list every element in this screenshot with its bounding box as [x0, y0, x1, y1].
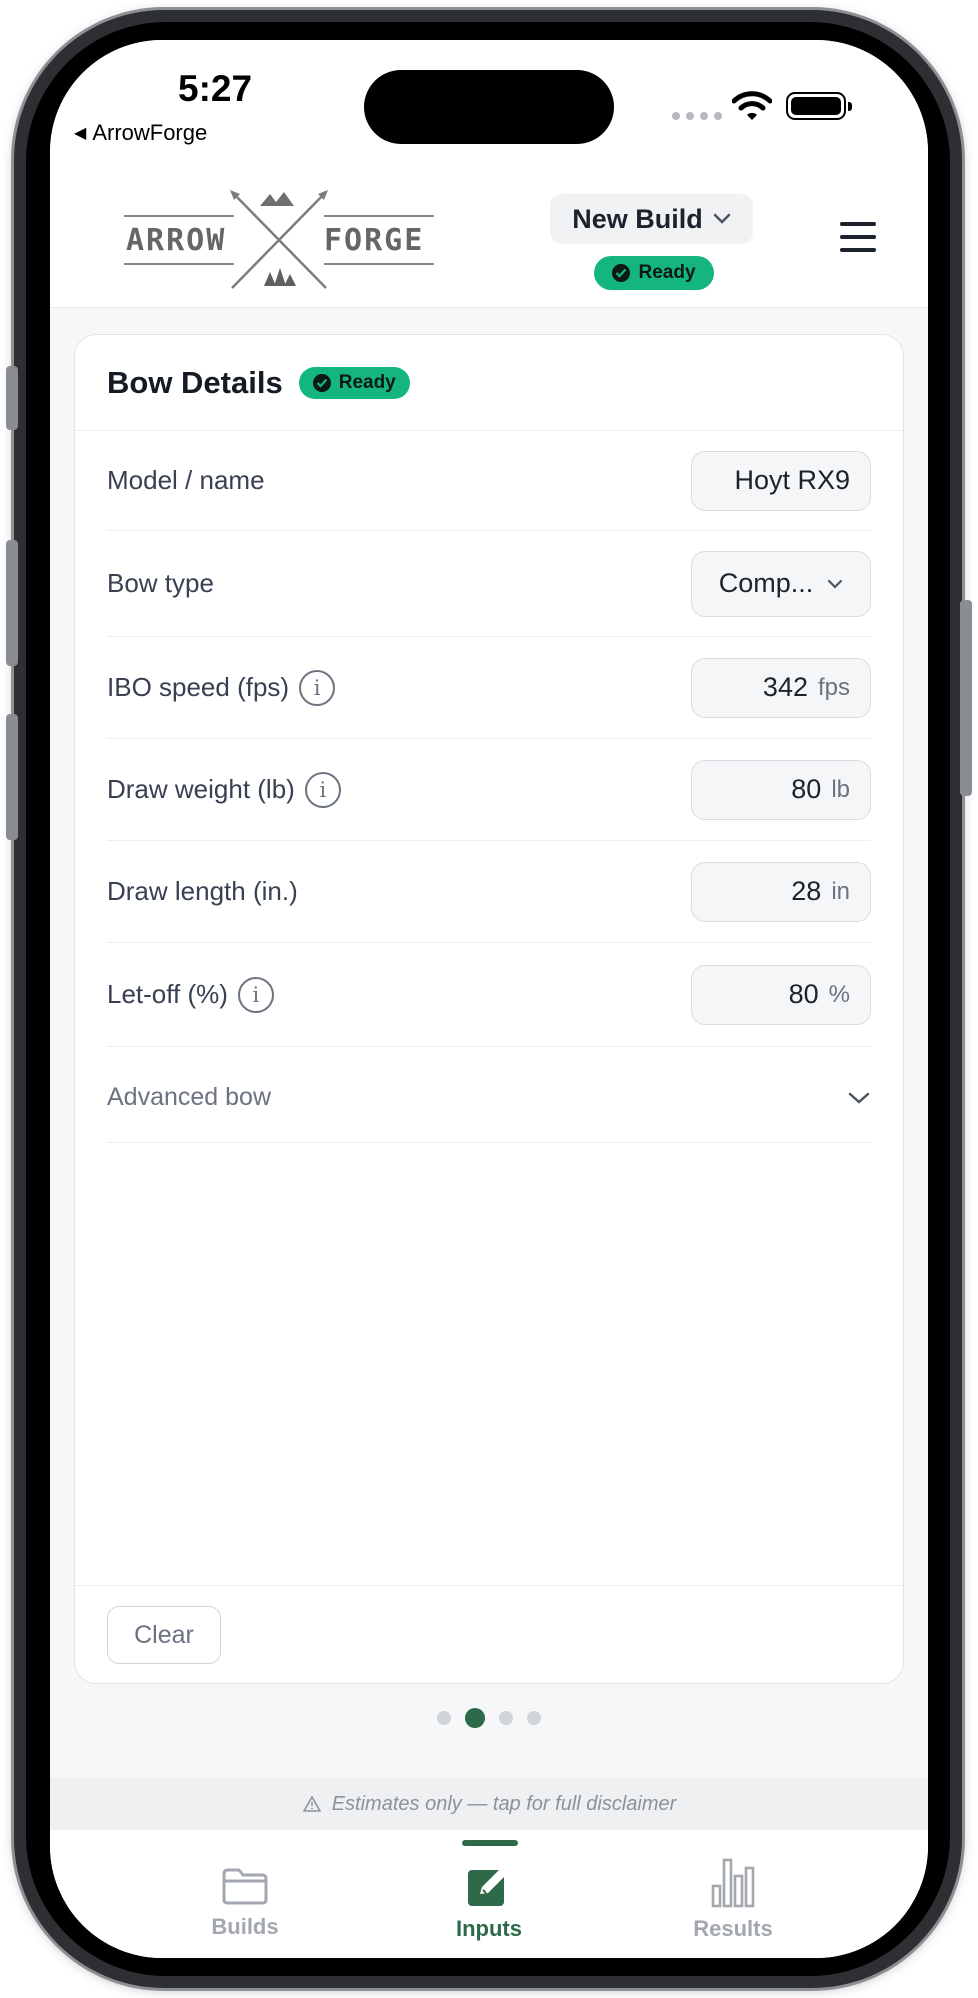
bar-chart-icon — [710, 1858, 756, 1908]
draw-length-input[interactable]: 28 in — [691, 861, 871, 922]
field-row-draw-length: Draw length (in.) 28 in — [107, 841, 871, 943]
status-badge-label: Ready — [638, 262, 696, 283]
status-badge: Ready — [594, 256, 714, 290]
back-to-app-link[interactable]: ◀ ArrowForge — [74, 120, 207, 146]
wifi-icon — [732, 91, 772, 120]
page-dot[interactable] — [499, 1711, 513, 1725]
battery-icon — [786, 92, 852, 120]
disclaimer-bar[interactable]: Estimates only — tap for full disclaimer — [50, 1778, 928, 1830]
field-unit: % — [828, 980, 850, 1008]
info-icon[interactable]: i — [237, 976, 274, 1013]
folder-icon — [221, 1862, 269, 1906]
field-label: Model / name — [107, 465, 265, 495]
field-label: Let-off (%) — [107, 979, 228, 1009]
ibo-speed-input[interactable]: 342 fps — [691, 657, 871, 718]
edit-icon — [466, 1862, 512, 1908]
app-header: ARROW FORGE New Build Ready — [50, 168, 928, 308]
tab-inputs[interactable]: Inputs — [389, 1830, 589, 1941]
tab-label: Results — [693, 1916, 773, 1941]
status-bar: 5:27 ◀ ArrowForge — [50, 40, 928, 168]
field-label: Draw length (in.) — [107, 876, 298, 906]
volume-down-button — [6, 714, 18, 840]
info-icon[interactable]: i — [304, 771, 341, 808]
field-row-draw-weight: Draw weight (lb) i 80 lb — [107, 739, 871, 841]
field-label: Draw weight (lb) — [107, 774, 295, 804]
field-row-bow-type: Bow type Comp... — [107, 531, 871, 637]
advanced-bow-label: Advanced bow — [107, 1083, 272, 1111]
action-button — [6, 366, 18, 430]
back-app-label: ArrowForge — [92, 120, 208, 145]
bow-type-select[interactable]: Comp... — [691, 550, 871, 617]
clear-button[interactable]: Clear — [107, 1606, 221, 1664]
main-content: Bow Details Ready Model / name Hoyt RX9 … — [50, 308, 928, 1778]
volume-up-button — [6, 540, 18, 666]
card-badge-label: Ready — [338, 371, 396, 393]
arrowforge-logo: ARROW FORGE — [124, 190, 434, 289]
logo-text-right: FORGE — [324, 223, 424, 258]
card-title: Bow Details — [107, 364, 283, 400]
chevron-down-icon — [828, 579, 843, 589]
bow-details-card: Bow Details Ready Model / name Hoyt RX9 … — [74, 334, 904, 1684]
advanced-bow-toggle[interactable]: Advanced bow — [107, 1053, 871, 1143]
card-footer: Clear — [75, 1585, 903, 1683]
check-circle-icon — [612, 264, 631, 282]
field-value: Comp... — [718, 568, 814, 598]
field-row-let-off: Let-off (%) i 80 % — [107, 943, 871, 1047]
power-button — [960, 600, 972, 796]
field-value: Hoyt RX9 — [734, 465, 850, 495]
check-circle-icon — [312, 373, 331, 392]
build-selector-label: New Build — [572, 203, 703, 234]
chevron-down-icon — [713, 213, 730, 224]
field-label: Bow type — [107, 568, 214, 598]
dynamic-island — [364, 70, 614, 144]
tab-label: Builds — [211, 1914, 279, 1939]
hamburger-menu-icon[interactable] — [840, 222, 876, 252]
field-value: 80 — [791, 774, 822, 804]
build-selector[interactable]: New Build — [550, 194, 753, 244]
chevron-down-icon — [848, 1092, 870, 1104]
field-value: 80 — [788, 979, 819, 1009]
model-name-input[interactable]: Hoyt RX9 — [691, 450, 871, 511]
page-dot[interactable] — [437, 1711, 451, 1725]
tab-results[interactable]: Results — [633, 1830, 833, 1941]
page-dot[interactable] — [527, 1711, 541, 1725]
disclaimer-text: Estimates only — tap for full disclaimer — [331, 1792, 677, 1815]
field-label: IBO speed (fps) — [107, 672, 290, 702]
let-off-input[interactable]: 80 % — [691, 964, 871, 1025]
page-dot-active[interactable] — [465, 1708, 485, 1728]
field-unit: in — [831, 877, 850, 905]
card-header: Bow Details Ready — [75, 335, 903, 431]
field-unit: fps — [817, 673, 850, 701]
warning-icon — [302, 1796, 321, 1812]
info-icon[interactable]: i — [299, 669, 336, 706]
screen: 5:27 ◀ ArrowForge ARROW FORGE New Build … — [50, 40, 928, 1958]
field-row-ibo-speed: IBO speed (fps) i 342 fps — [107, 637, 871, 739]
field-value: 342 — [762, 672, 808, 702]
field-value: 28 — [791, 876, 822, 906]
draw-weight-input[interactable]: 80 lb — [691, 759, 871, 820]
card-status-badge: Ready — [298, 366, 410, 399]
field-row-model: Model / name Hoyt RX9 — [107, 431, 871, 531]
tab-bar: Builds Inputs Results — [50, 1830, 928, 1958]
field-unit: lb — [831, 775, 850, 803]
page-indicator — [50, 1708, 928, 1728]
logo-text-left: ARROW — [126, 223, 226, 258]
back-arrow-icon: ◀ — [74, 125, 87, 142]
status-time: 5:27 — [178, 68, 253, 109]
tab-label: Inputs — [456, 1916, 522, 1941]
tab-builds[interactable]: Builds — [145, 1830, 345, 1940]
cellular-signal-icon — [672, 112, 722, 120]
